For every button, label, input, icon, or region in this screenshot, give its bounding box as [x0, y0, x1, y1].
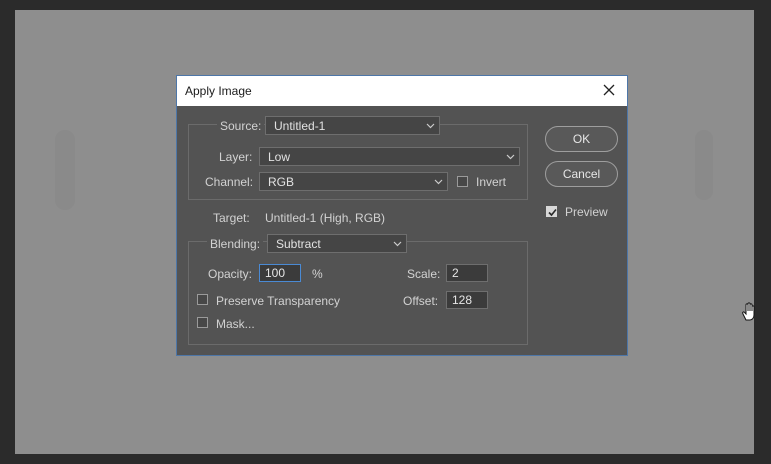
channel-dropdown[interactable]: RGB	[259, 172, 448, 191]
chevron-down-icon	[434, 179, 443, 185]
invert-checkbox[interactable]	[457, 176, 468, 187]
preserve-transparency-checkbox[interactable]	[197, 294, 208, 305]
target-label: Target:	[213, 211, 250, 225]
blending-label: Blending:	[207, 237, 264, 251]
cancel-button[interactable]: Cancel	[545, 161, 618, 187]
preserve-transparency-label[interactable]: Preserve Transparency	[216, 294, 340, 308]
layer-label: Layer:	[219, 150, 253, 164]
hand-cursor-icon	[742, 302, 755, 321]
blending-value: Subtract	[276, 237, 321, 251]
layer-dropdown[interactable]: Low	[259, 147, 520, 166]
chevron-down-icon	[393, 241, 402, 247]
chevron-down-icon	[426, 123, 435, 129]
opacity-label: Opacity:	[208, 267, 253, 281]
source-dropdown[interactable]: Untitled-1	[265, 116, 440, 135]
mask-label[interactable]: Mask...	[216, 317, 255, 331]
preview-checkbox[interactable]	[546, 206, 557, 217]
channel-value: RGB	[268, 175, 295, 189]
scale-label: Scale:	[407, 267, 441, 281]
chevron-down-icon	[506, 154, 515, 160]
dialog-titlebar: Apply Image	[177, 76, 627, 106]
channel-label: Channel:	[205, 175, 254, 189]
mask-checkbox[interactable]	[197, 317, 208, 328]
invert-label[interactable]: Invert	[476, 175, 506, 189]
apply-image-dialog: Apply Image Source: Untitled-1 Layer: Lo…	[176, 75, 628, 356]
opacity-input[interactable]: 100	[259, 264, 301, 282]
source-value: Untitled-1	[274, 119, 326, 133]
opacity-unit: %	[312, 267, 323, 281]
checkmark-icon	[548, 208, 557, 217]
preview-label[interactable]: Preview	[565, 205, 608, 219]
offset-input[interactable]: 128	[446, 291, 488, 309]
layer-value: Low	[268, 150, 291, 164]
dialog-title: Apply Image	[185, 84, 252, 98]
blending-dropdown[interactable]: Subtract	[267, 234, 407, 253]
scale-input[interactable]: 2	[446, 264, 488, 282]
source-label: Source:	[217, 119, 265, 133]
close-icon[interactable]	[599, 80, 619, 100]
offset-label: Offset:	[403, 294, 439, 308]
target-value: Untitled-1 (High, RGB)	[265, 211, 386, 225]
canvas-texture-left	[55, 130, 75, 210]
ok-button[interactable]: OK	[545, 126, 618, 152]
canvas-texture-right	[695, 130, 713, 200]
